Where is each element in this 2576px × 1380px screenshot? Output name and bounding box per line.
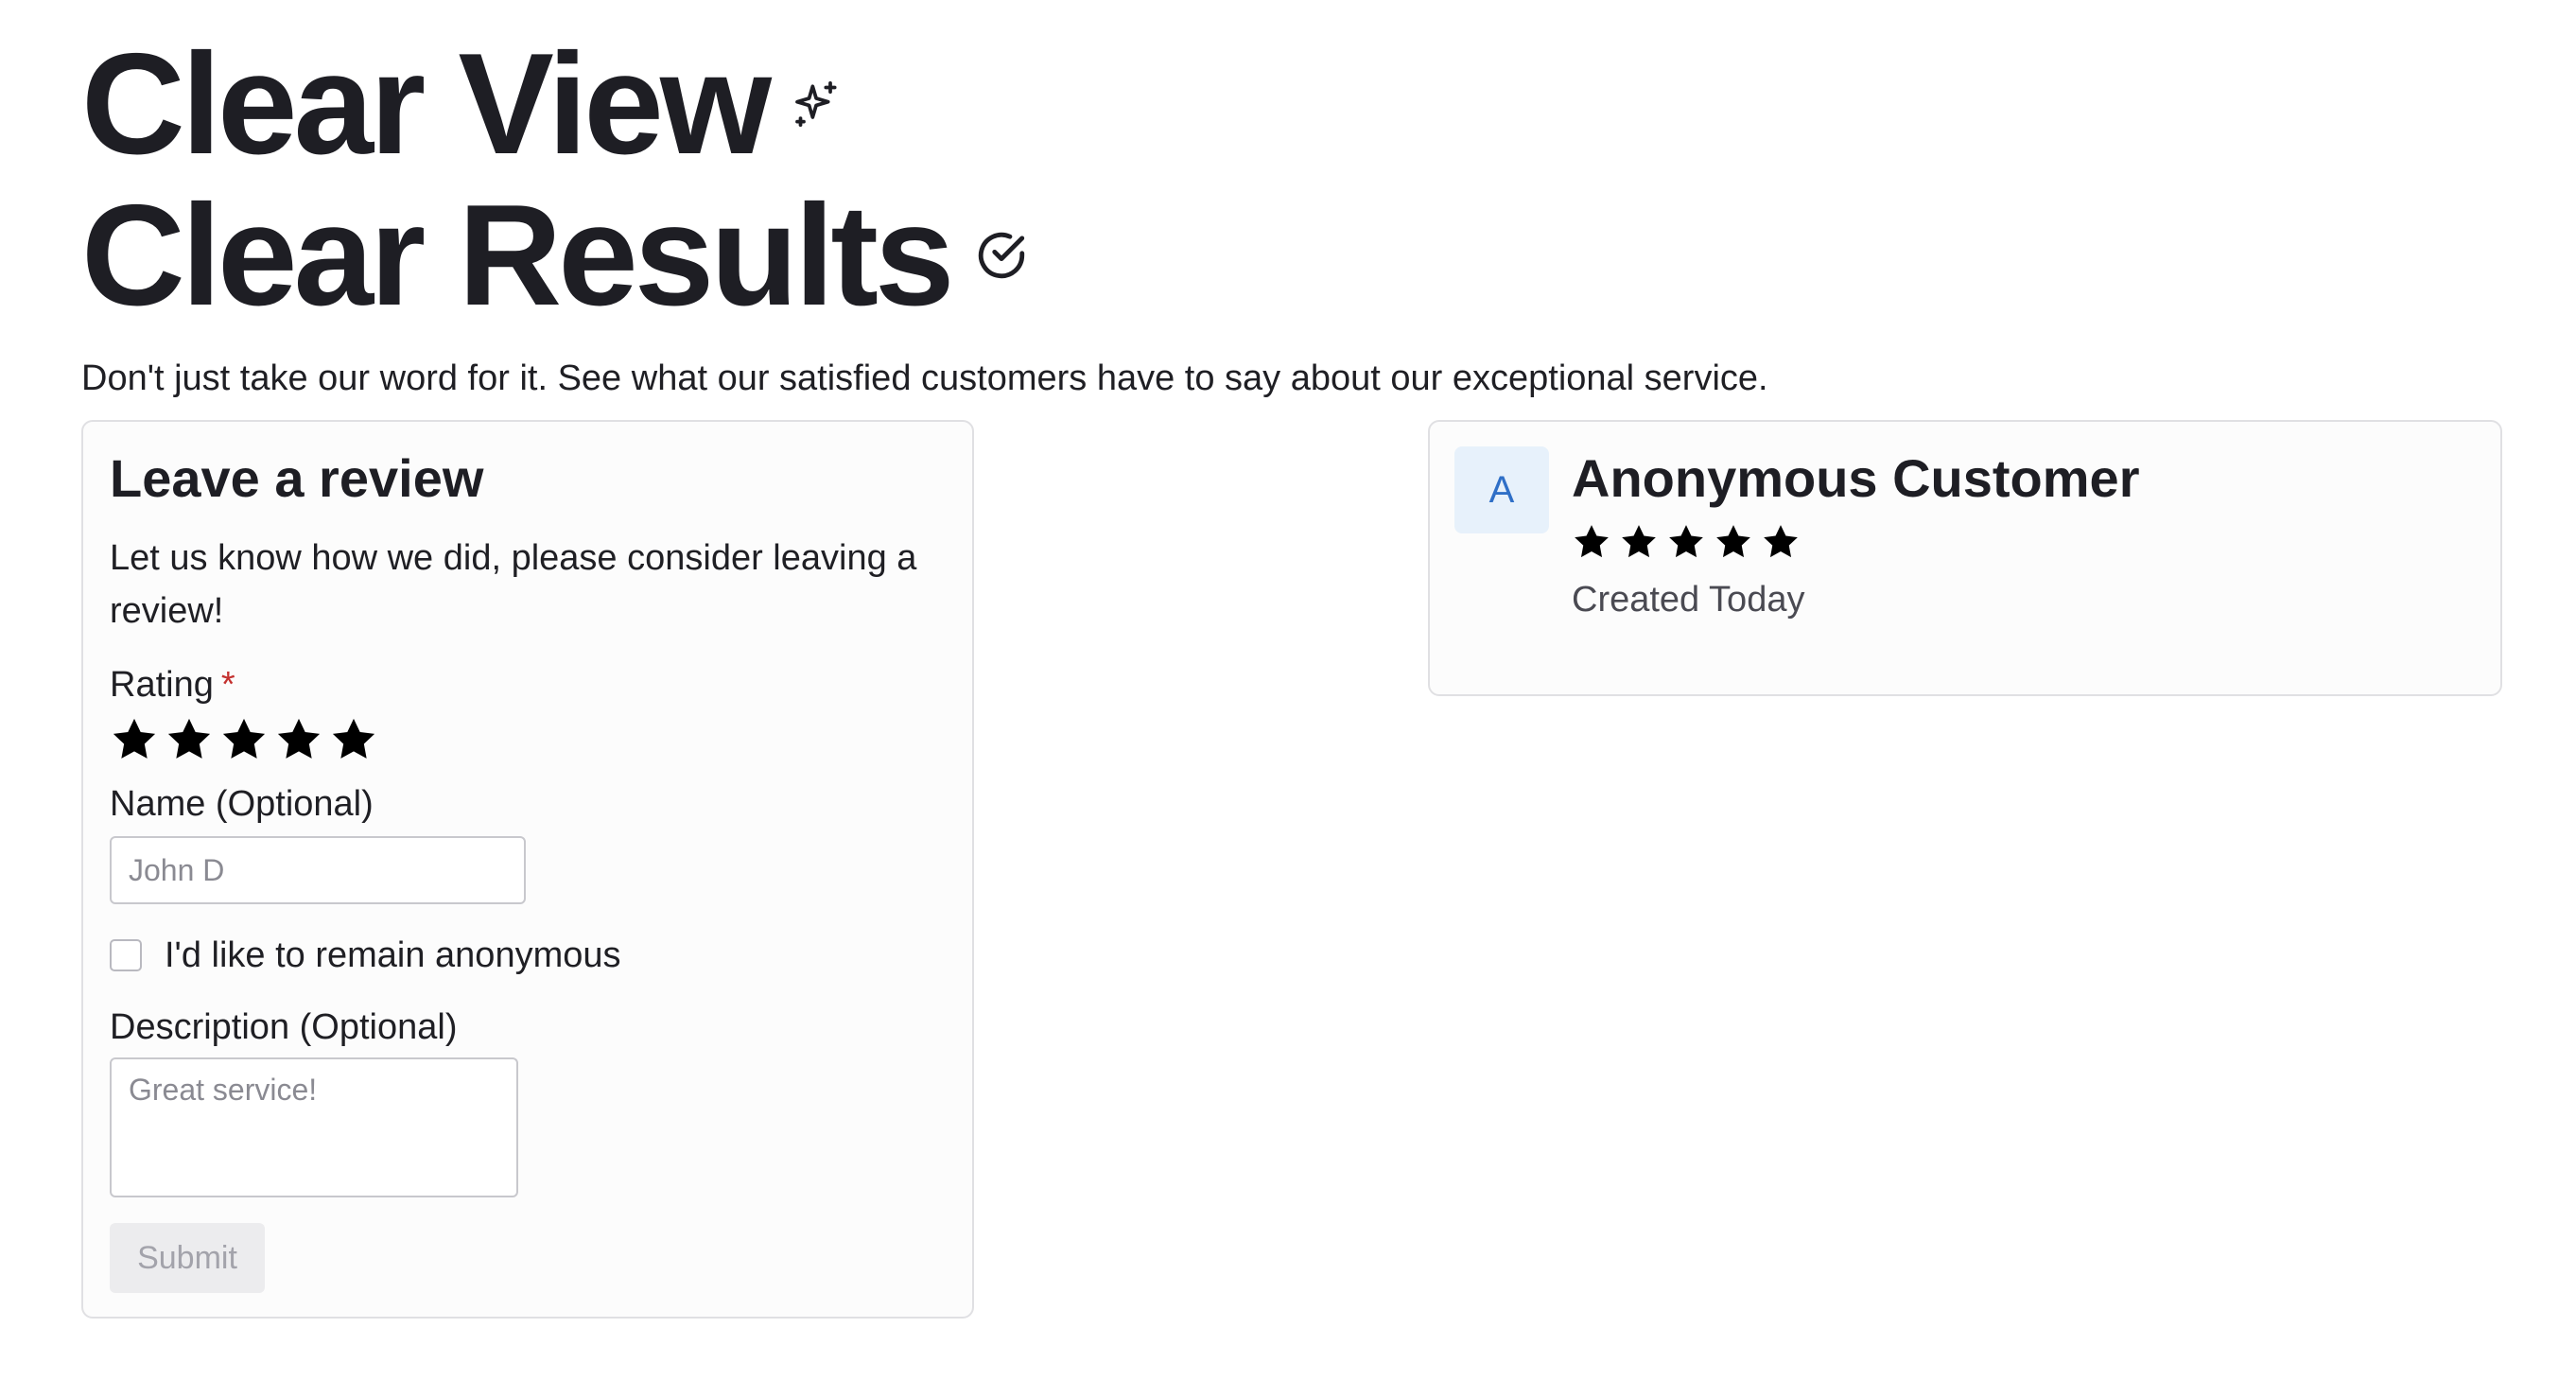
rating-stars [110,715,946,764]
anonymous-option[interactable]: I'd like to remain anonymous [110,933,946,978]
review-star-icon [1666,522,1706,562]
review-date: Created Today [1572,580,1805,620]
form-description: Let us know how we did, please consider … [110,538,917,631]
name-label: Name (Optional) [110,784,374,824]
review-card: A Anonymous Customer Created Today [1428,420,2502,696]
description-textarea[interactable] [110,1057,518,1197]
hero-heading-line1: Clear View [81,28,2495,180]
review-rating-stars [1572,522,2140,562]
submit-button[interactable]: Submit [110,1223,265,1293]
description-label: Description (Optional) [110,1007,458,1047]
review-body: Anonymous Customer Created Today [1572,446,2140,622]
review-content: A Anonymous Customer Created Today [1454,446,2476,622]
avatar: A [1454,446,1549,533]
review-star-icon [1572,522,1611,562]
review-form-card: Leave a review Let us know how we did, p… [81,420,974,1319]
review-star-icon [1761,522,1801,562]
rating-star-icon[interactable] [329,715,378,764]
name-input[interactable] [110,836,526,904]
hero-subtitle: Don't just take our word for it. See wha… [81,358,1768,398]
reviewer-name: Anonymous Customer [1572,448,2140,508]
rating-star-icon[interactable] [219,715,269,764]
form-title: Leave a review [110,448,484,508]
rating-star-icon[interactable] [274,715,323,764]
anonymous-label: I'd like to remain anonymous [165,935,621,975]
review-star-icon [1714,522,1753,562]
hero-line2-text: Clear Results [81,175,955,336]
required-mark: * [220,665,235,705]
rating-star-icon[interactable] [165,715,214,764]
sparkles-icon [791,78,844,131]
check-circle-icon [974,228,1029,283]
rating-label-text: Rating [110,665,214,705]
hero-line1-text: Clear View [81,24,772,184]
rating-label: Rating * [110,662,946,707]
page: Clear View Clear Results Don't just take… [81,28,2502,1328]
hero-heading-line2: Clear Results [81,180,2495,331]
content-row: Leave a review Let us know how we did, p… [81,420,2502,1328]
review-star-icon [1619,522,1659,562]
anonymous-checkbox[interactable] [110,939,142,971]
rating-star-icon[interactable] [110,715,159,764]
